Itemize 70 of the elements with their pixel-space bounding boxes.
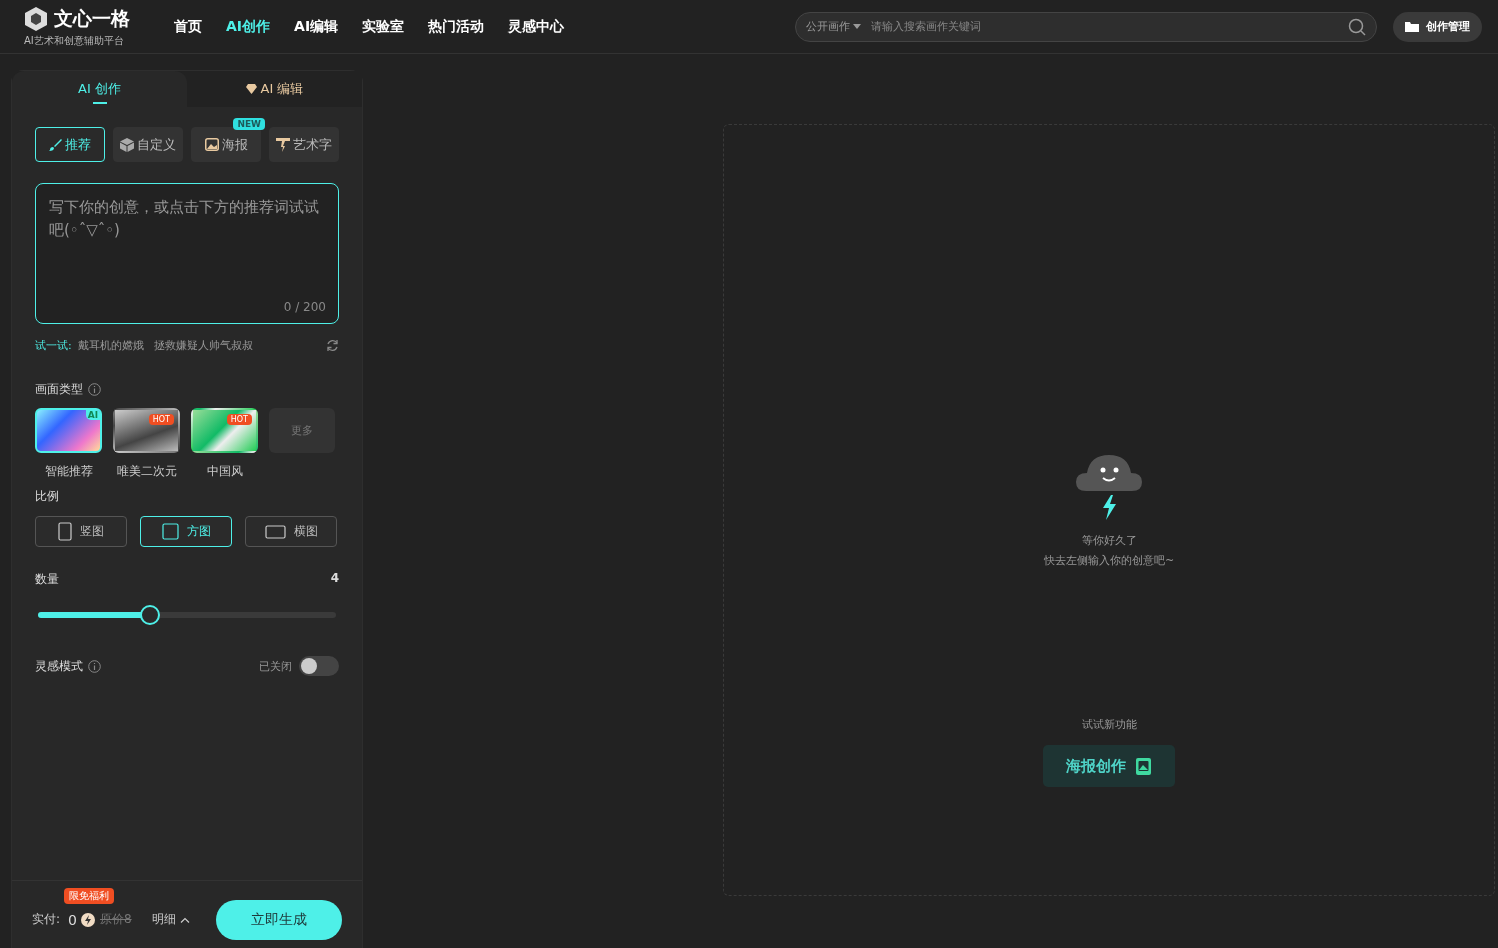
brush-icon <box>49 138 62 151</box>
bolt-coin-icon <box>80 912 95 927</box>
logo-name: 文心一格 <box>54 5 130 31</box>
scope-dropdown[interactable]: 公开画作 <box>806 19 861 34</box>
gem-icon <box>245 84 257 94</box>
panel-tab[interactable]: AI 创作 <box>12 71 187 107</box>
suggestion-link[interactable]: 戴耳机的嫦娥 <box>77 338 144 353</box>
original-price: 原价8 <box>99 911 132 928</box>
pay-label: 实付: <box>32 911 61 928</box>
search-field[interactable]: 公开画作 请输入搜索画作关键词 <box>795 11 1377 42</box>
info-icon <box>88 383 101 396</box>
cube-logo-icon <box>24 5 48 32</box>
toggle-state: 已关闭 <box>259 658 292 674</box>
nav-link[interactable]: 热门活动 <box>428 17 485 36</box>
frame-icon <box>264 524 286 539</box>
empty-message: 等你好久了 <box>1081 533 1137 549</box>
price-amount: 0 <box>68 911 77 928</box>
nav-link[interactable]: AI编辑 <box>294 17 339 36</box>
nav-link[interactable]: 首页 <box>174 17 202 36</box>
image-icon <box>204 138 219 151</box>
generate-button[interactable]: 立即生成 <box>216 899 342 940</box>
nav-link[interactable]: 实验室 <box>362 17 405 36</box>
style-label: 智能推荐 <box>44 463 93 480</box>
frame-icon <box>161 523 179 540</box>
char-counter: 0 / 200 <box>283 300 326 314</box>
panel-tab[interactable]: AI 编辑 <box>187 71 362 107</box>
frame-icon <box>58 522 72 541</box>
hot-badge: HOT <box>148 414 174 425</box>
mode-tab[interactable]: 自定义 <box>113 127 183 162</box>
mode-tab[interactable]: 海报 <box>191 127 261 162</box>
section-title: 比例 <box>35 488 59 505</box>
slider[interactable] <box>38 605 336 625</box>
section-title: 灵感模式 <box>35 657 83 675</box>
info-icon <box>88 659 101 673</box>
ratio-option[interactable]: 竖图 <box>35 516 127 547</box>
folder-icon <box>1405 20 1420 33</box>
try-new-label: 试试新功能 <box>1081 717 1137 732</box>
logo-tagline: AI艺术和创意辅助平台 <box>24 33 125 48</box>
poster-icon <box>1135 756 1152 776</box>
text-icon <box>276 137 290 152</box>
ratio-option[interactable]: 横图 <box>245 516 337 547</box>
ratio-option[interactable]: 方图 <box>140 516 232 547</box>
manage-button[interactable]: 创作管理 <box>1393 11 1482 42</box>
mode-tab[interactable]: 推荐 <box>35 127 105 162</box>
section-title: 画面类型 <box>35 381 83 398</box>
cube-icon <box>120 137 134 152</box>
ai-badge: AI <box>85 410 100 420</box>
caret-icon <box>853 23 861 30</box>
try-label: 试一试: <box>35 338 72 353</box>
nav-link[interactable]: 灵感中心 <box>508 17 565 36</box>
promo-badge: 限免福利 <box>64 888 115 904</box>
nav-link[interactable]: AI创作 <box>226 17 271 36</box>
new-badge: NEW <box>233 118 265 130</box>
refresh-icon[interactable] <box>326 339 339 352</box>
style-label: 唯美二次元 <box>116 463 177 480</box>
toggle-switch[interactable] <box>299 656 339 676</box>
mode-tab[interactable]: 艺术字 <box>269 127 339 162</box>
section-title: 数量 <box>35 571 59 588</box>
slider-thumb[interactable] <box>139 605 160 625</box>
empty-message: 快去左侧输入你的创意吧~ <box>1043 553 1175 569</box>
photo-placeholder[interactable]: HOT <box>191 408 258 453</box>
suggestion-link[interactable]: 拯救嫌疑人帅气叔叔 <box>153 338 253 353</box>
photo-placeholder[interactable]: HOT <box>113 408 180 453</box>
chevron-up-icon <box>179 916 190 923</box>
count-value: 4 <box>330 571 339 587</box>
search-icon <box>1348 17 1366 36</box>
detail-link[interactable]: 明细 <box>151 911 190 928</box>
style-label: 中国风 <box>206 463 243 480</box>
hot-badge: HOT <box>226 414 252 425</box>
poster-feature-button[interactable]: 海报创作 <box>1043 745 1175 787</box>
